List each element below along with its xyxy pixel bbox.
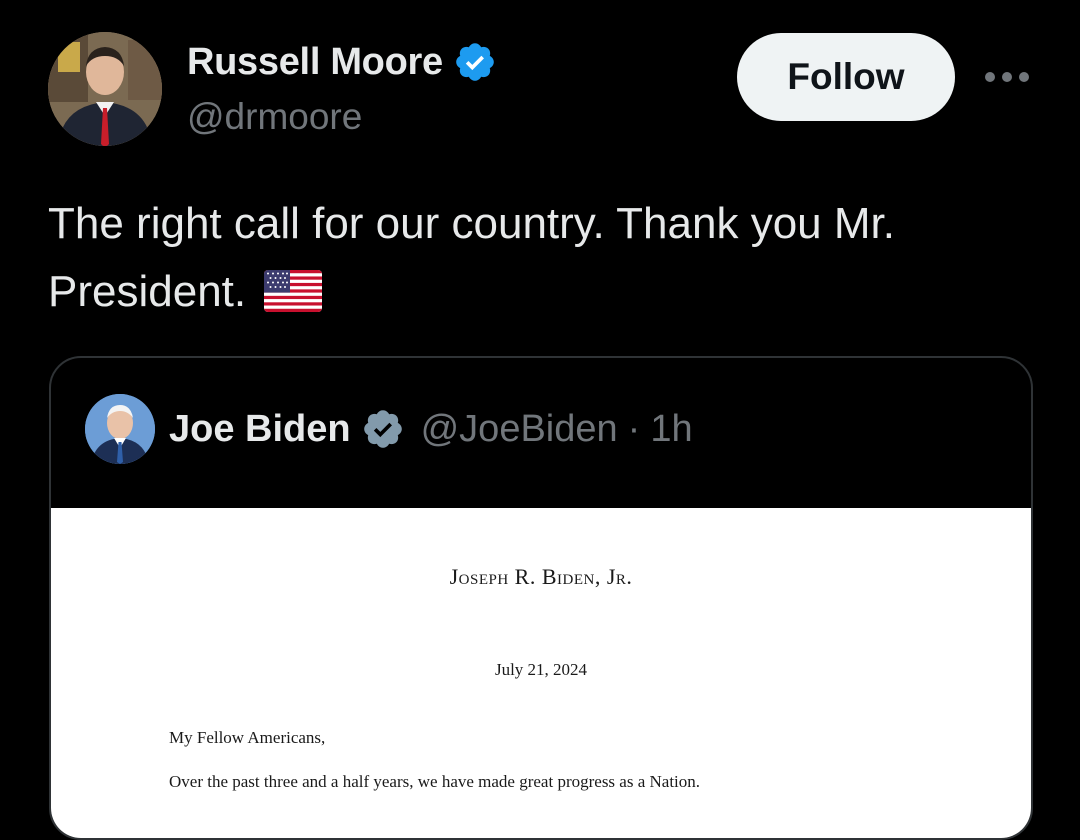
quoted-tweet-time[interactable]: 1h bbox=[650, 408, 692, 451]
author-avatar[interactable] bbox=[48, 32, 162, 146]
follow-button[interactable]: Follow bbox=[737, 33, 955, 121]
tweet-text: The right call for our country. Thank yo… bbox=[48, 190, 1038, 332]
verified-badge-icon bbox=[453, 40, 497, 84]
letter-heading: Joseph R. Biden, Jr. bbox=[449, 564, 633, 589]
author-name-row[interactable]: Russell Moore bbox=[187, 40, 497, 84]
quoted-author-name[interactable]: Joe Biden bbox=[169, 408, 351, 451]
author-handle[interactable]: @drmoore bbox=[187, 96, 362, 138]
quoted-author-avatar[interactable] bbox=[85, 394, 155, 464]
letter-paragraph: Over the past three and a half years, we… bbox=[169, 772, 701, 791]
letter-salutation: My Fellow Americans, bbox=[169, 728, 326, 747]
us-flag-icon bbox=[264, 264, 323, 332]
quoted-tweet-card[interactable]: Joe Biden @JoeBiden · 1h Joseph R. Biden… bbox=[49, 356, 1033, 840]
more-options-icon[interactable] bbox=[980, 60, 1034, 94]
tweet: Russell Moore @drmoore Follow The right … bbox=[0, 0, 1080, 840]
author-name[interactable]: Russell Moore bbox=[187, 41, 443, 84]
letter-image[interactable]: Joseph R. Biden, Jr. July 21, 2024 My Fe… bbox=[51, 508, 1031, 838]
tweet-text-content: The right call for our country. Thank yo… bbox=[48, 199, 895, 316]
quoted-tweet-header: Joe Biden @JoeBiden · 1h bbox=[85, 394, 693, 464]
quoted-author-handle[interactable]: @JoeBiden bbox=[421, 408, 618, 451]
verified-gray-badge-icon bbox=[361, 407, 405, 451]
separator-dot: · bbox=[627, 407, 641, 450]
letter-date: July 21, 2024 bbox=[494, 660, 588, 679]
